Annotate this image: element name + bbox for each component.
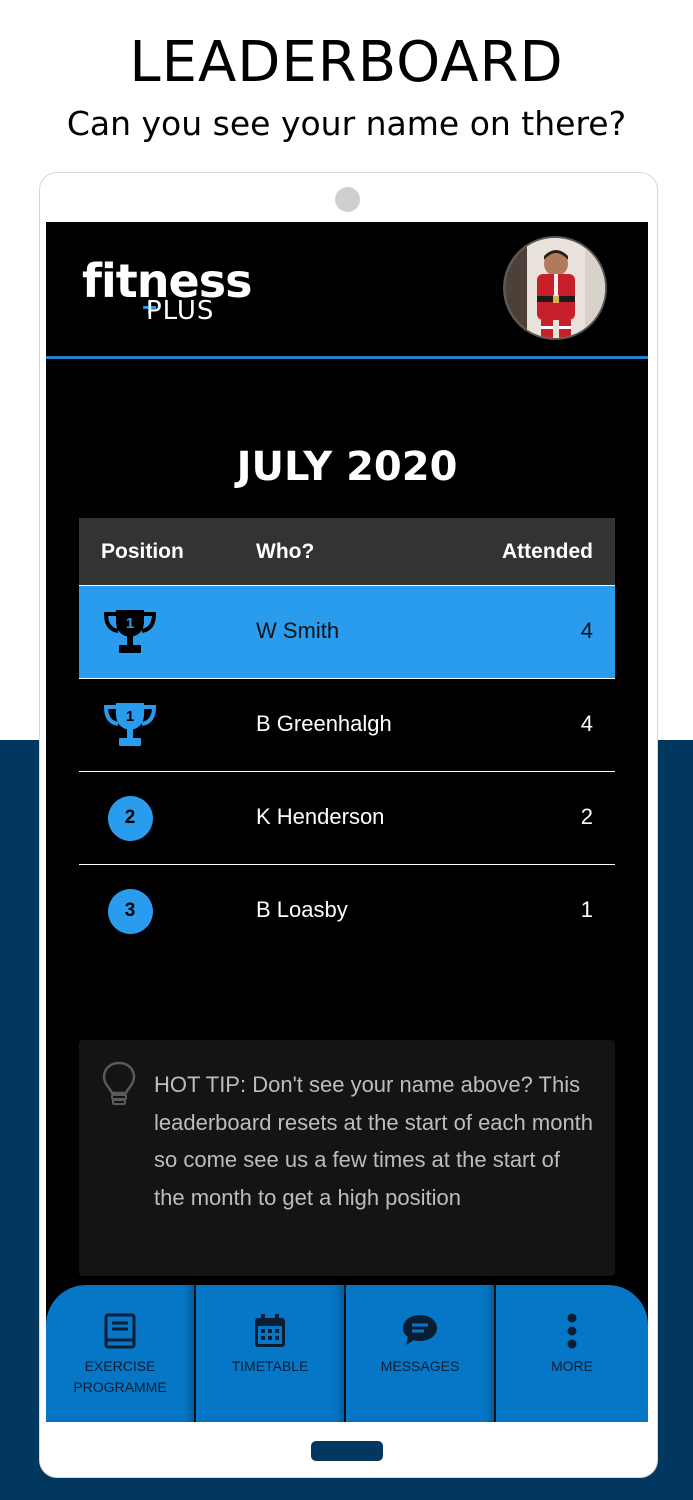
nav-label: TIMETABLE bbox=[231, 1358, 309, 1374]
trophy-icon: 1 bbox=[101, 586, 159, 678]
chat-bubble-icon bbox=[346, 1313, 494, 1347]
table-row: 1 B Greenhalgh 4 bbox=[79, 679, 615, 772]
member-name: B Loasby bbox=[256, 897, 348, 922]
table-header: Position Who? Attended bbox=[79, 518, 615, 586]
promo-title: LEADERBOARD bbox=[129, 30, 564, 95]
nav-item-messages[interactable]: MESSAGES bbox=[346, 1285, 496, 1422]
promo-subtitle: Can you see your name on there? bbox=[66, 104, 627, 143]
position-number: 1 bbox=[126, 708, 134, 725]
calendar-icon bbox=[196, 1313, 344, 1349]
logo-text-plus: PLUS bbox=[146, 296, 215, 326]
position-number: 3 bbox=[107, 888, 153, 934]
column-header-attended: Attended bbox=[502, 540, 593, 563]
position-number: 2 bbox=[107, 795, 153, 841]
user-photo-icon bbox=[505, 238, 605, 338]
attended-count: 4 bbox=[580, 618, 593, 643]
leaderboard-month: JULY 2020 bbox=[236, 444, 458, 490]
column-header-who: Who? bbox=[256, 540, 315, 563]
attended-count: 4 bbox=[580, 711, 593, 736]
bottom-navigation: EXERCISE PROGRAMME TIMETABLE MESSAGES MO… bbox=[46, 1285, 648, 1422]
attended-count: 1 bbox=[580, 897, 593, 922]
position-badge: 2 bbox=[101, 772, 159, 864]
camera-dot bbox=[335, 187, 360, 212]
member-name: K Henderson bbox=[256, 804, 385, 829]
profile-avatar[interactable] bbox=[503, 236, 607, 340]
hot-tip-text: HOT TIP: Don't see your name above? This… bbox=[154, 1072, 594, 1210]
home-indicator[interactable] bbox=[311, 1441, 383, 1461]
attended-count: 2 bbox=[580, 804, 593, 829]
leaderboard-table: Position Who? Attended 1 W Smith 4 1 B G… bbox=[79, 518, 615, 957]
nav-label: MORE bbox=[551, 1358, 593, 1374]
app-header: fitness + PLUS bbox=[46, 222, 648, 359]
column-header-position: Position bbox=[101, 540, 184, 563]
more-vertical-icon bbox=[496, 1313, 648, 1349]
book-icon bbox=[46, 1313, 194, 1349]
member-name: W Smith bbox=[256, 618, 340, 643]
lightbulb-icon bbox=[101, 1060, 137, 1113]
member-name: B Greenhalgh bbox=[256, 711, 392, 736]
position-number: 1 bbox=[126, 615, 134, 632]
nav-item-more[interactable]: MORE bbox=[496, 1285, 648, 1422]
nav-item-exercise-programme[interactable]: EXERCISE PROGRAMME bbox=[46, 1285, 196, 1422]
position-badge: 3 bbox=[101, 865, 159, 957]
hot-tip-card: HOT TIP: Don't see your name above? This… bbox=[79, 1040, 615, 1276]
table-row: 1 W Smith 4 bbox=[79, 586, 615, 679]
app-screen: fitness + PLUS JULY 2020 Position Who? A… bbox=[46, 222, 648, 1422]
phone-frame: fitness + PLUS JULY 2020 Position Who? A… bbox=[39, 172, 658, 1478]
table-row: 2 K Henderson 2 bbox=[79, 772, 615, 865]
nav-label: EXERCISE PROGRAMME bbox=[73, 1358, 167, 1395]
table-row: 3 B Loasby 1 bbox=[79, 865, 615, 957]
nav-label: MESSAGES bbox=[380, 1358, 460, 1374]
nav-item-timetable[interactable]: TIMETABLE bbox=[196, 1285, 346, 1422]
fitness-plus-logo: fitness + PLUS bbox=[82, 254, 252, 326]
trophy-icon: 1 bbox=[101, 679, 159, 771]
